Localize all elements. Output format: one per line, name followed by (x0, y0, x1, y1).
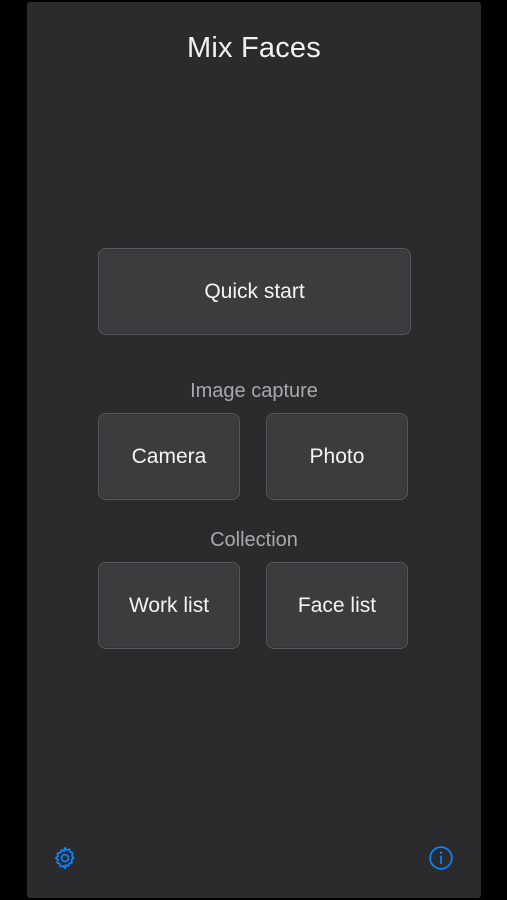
photo-button[interactable]: Photo (266, 413, 408, 500)
collection-label: Collection (210, 529, 298, 551)
app-screen: Mix Faces Quick start Image capture Came… (27, 2, 481, 898)
image-capture-label: Image capture (190, 380, 318, 402)
face-list-button[interactable]: Face list (266, 562, 408, 649)
quick-start-button[interactable]: Quick start (98, 248, 411, 335)
page-title: Mix Faces (187, 32, 321, 64)
settings-button[interactable] (51, 844, 79, 872)
gear-icon (54, 846, 75, 870)
camera-button[interactable]: Camera (98, 413, 240, 500)
info-icon (429, 846, 453, 870)
work-list-button[interactable]: Work list (98, 562, 240, 649)
info-button[interactable] (427, 844, 455, 872)
